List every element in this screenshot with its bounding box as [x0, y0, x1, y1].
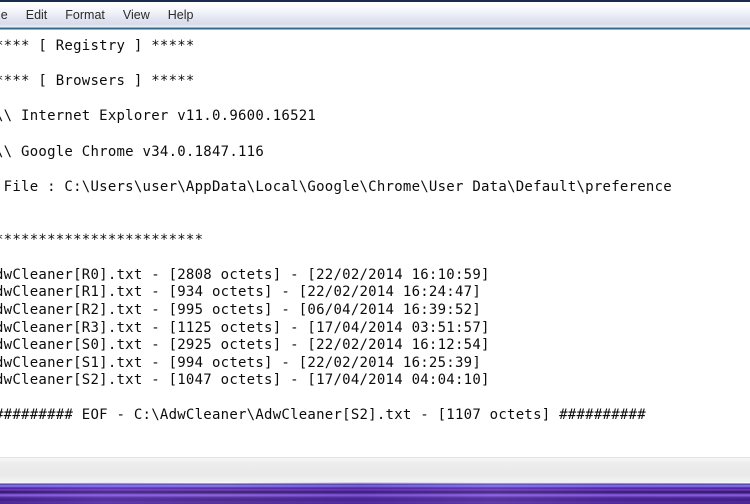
horizontal-scrollbar[interactable]: [0, 457, 750, 482]
text-line: dwCleaner[R2].txt - [995 octets] - [06/0…: [0, 301, 482, 318]
text-editor-area[interactable]: **** [ Registry ] ***** **** [ Browsers ]…: [0, 30, 750, 455]
menu-item-edit[interactable]: Edit: [17, 5, 57, 25]
desktop-wallpaper-strip: [0, 482, 750, 504]
text-line: [0, 390, 672, 408]
text-line: \\ Google Chrome v34.0.1847.116: [0, 143, 265, 160]
text-line: dwCleaner[S0].txt - [2925 octets] - [22/…: [0, 337, 490, 354]
text-line: dwCleaner[R3].txt - [1125 octets] - [17/…: [0, 319, 490, 336]
document-text[interactable]: **** [ Registry ] ***** **** [ Browsers ]…: [0, 38, 672, 425]
text-line: File : C:\Users\user\AppData\Local\Googl…: [0, 178, 672, 195]
text-line: dwCleaner[S1].txt - [994 octets] - [22/0…: [0, 354, 482, 371]
text-line: dwCleaner[R0].txt - [2808 octets] - [22/…: [0, 266, 490, 283]
text-line: dwCleaner[R1].txt - [934 octets] - [22/0…: [0, 284, 482, 301]
text-line: [0, 91, 672, 109]
text-line: [0, 161, 672, 179]
text-line: [0, 214, 672, 232]
menu-bar: le Edit Format View Help: [0, 0, 750, 27]
text-line: [0, 56, 672, 74]
text-line: [0, 249, 672, 267]
menu-item-file[interactable]: le: [0, 5, 17, 25]
menu-item-format[interactable]: Format: [56, 5, 114, 25]
horizontal-scrollbar-thumb[interactable]: [0, 461, 740, 478]
menu-item-view[interactable]: View: [114, 5, 159, 25]
text-line: ######### EOF - C:\AdwCleaner\AdwCleaner…: [0, 407, 646, 424]
text-line: dwCleaner[S2].txt - [1047 octets] - [17/…: [0, 372, 490, 389]
screen: le Edit Format View Help **** [ Registry…: [0, 0, 750, 504]
notepad-window: le Edit Format View Help **** [ Registry…: [0, 0, 750, 482]
text-line: **** [ Registry ] *****: [0, 38, 195, 54]
text-line: \\ Internet Explorer v11.0.9600.16521: [0, 108, 317, 125]
text-line: **** [ Browsers ] *****: [0, 73, 195, 90]
menu-item-help[interactable]: Help: [159, 5, 203, 25]
text-line: ************************: [0, 231, 204, 248]
text-line: [0, 196, 672, 214]
text-line: [0, 126, 672, 144]
desktop-wallpaper-sheen: [0, 482, 750, 504]
